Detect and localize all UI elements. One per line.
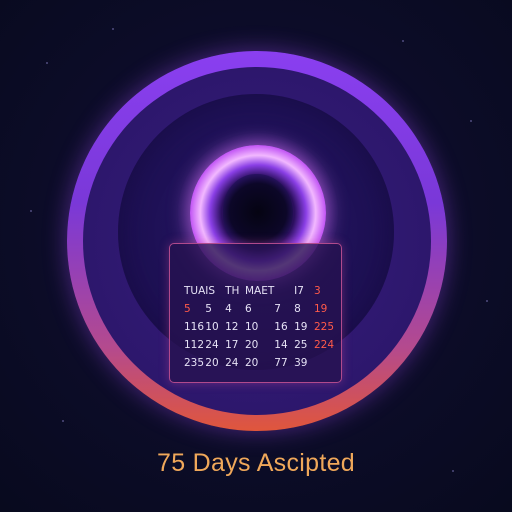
calendar-weekday-label: TH <box>225 285 240 297</box>
calendar-day-cell: 16 <box>274 321 288 333</box>
calendar-day-cell: 19 <box>294 321 308 333</box>
illustration-canvas: TUA IS TH MAET I7 3 5 5 4 6 7 8 19 116 10 12 10 16 19 225 11… <box>0 0 512 512</box>
calendar-weekday-label: 3 <box>313 285 321 297</box>
calendar-day-cell: 5 <box>205 303 212 315</box>
star <box>30 210 32 212</box>
calendar-day-cell: 10 <box>244 321 259 333</box>
calendar-card: TUA IS TH MAET I7 3 5 5 4 6 7 8 19 116 10 12 10 16 19 225 11… <box>169 243 342 383</box>
star <box>486 300 488 302</box>
calendar-day-cell: 17 <box>225 339 239 351</box>
caption-text: 75 Days Ascipted <box>157 449 355 477</box>
calendar-day-cell: 14 <box>274 339 288 351</box>
star <box>46 62 48 64</box>
calendar-day-cell: 6 <box>244 303 252 315</box>
calendar-day-cell: 225 <box>313 321 334 333</box>
calendar-day-cell: 112 <box>184 339 205 351</box>
calendar-weekday-label: IS <box>205 285 216 297</box>
calendar-day-cell: 77 <box>274 357 288 369</box>
calendar-day-cell: 4 <box>225 303 232 315</box>
calendar-day-cell: 116 <box>184 321 205 333</box>
calendar-day-cell: 19 <box>313 303 328 315</box>
calendar-day-cell: 7 <box>274 303 281 315</box>
calendar-weekday-label: MAET <box>244 285 275 297</box>
calendar-grid: TUA IS TH MAET I7 3 5 5 4 6 7 8 19 116 10 12 10 16 19 225 11… <box>184 284 334 370</box>
calendar-day-cell: 20 <box>205 357 219 369</box>
calendar-day-cell: 224 <box>313 339 334 351</box>
calendar-day-cell: 25 <box>294 339 308 351</box>
star <box>470 120 472 122</box>
calendar-day-cell <box>314 356 334 370</box>
calendar-day-cell: 20 <box>244 339 259 351</box>
calendar-weekday-label: TUA <box>184 285 206 297</box>
calendar-day-cell: 20 <box>244 357 259 369</box>
calendar-day-cell: 8 <box>294 303 301 315</box>
portal-core <box>223 174 293 250</box>
calendar-day-cell: 10 <box>205 321 219 333</box>
star <box>402 40 404 42</box>
calendar-day-cell: 235 <box>184 357 205 369</box>
calendar-day-cell: 24 <box>225 357 239 369</box>
star <box>62 420 64 422</box>
calendar-day-cell: 12 <box>225 321 239 333</box>
calendar-day-cell: 5 <box>184 303 191 315</box>
calendar-weekday-label <box>274 284 294 298</box>
star <box>112 28 114 30</box>
calendar-weekday-label: I7 <box>294 285 304 297</box>
calendar-day-cell: 24 <box>205 339 219 351</box>
calendar-day-cell: 39 <box>294 357 308 369</box>
